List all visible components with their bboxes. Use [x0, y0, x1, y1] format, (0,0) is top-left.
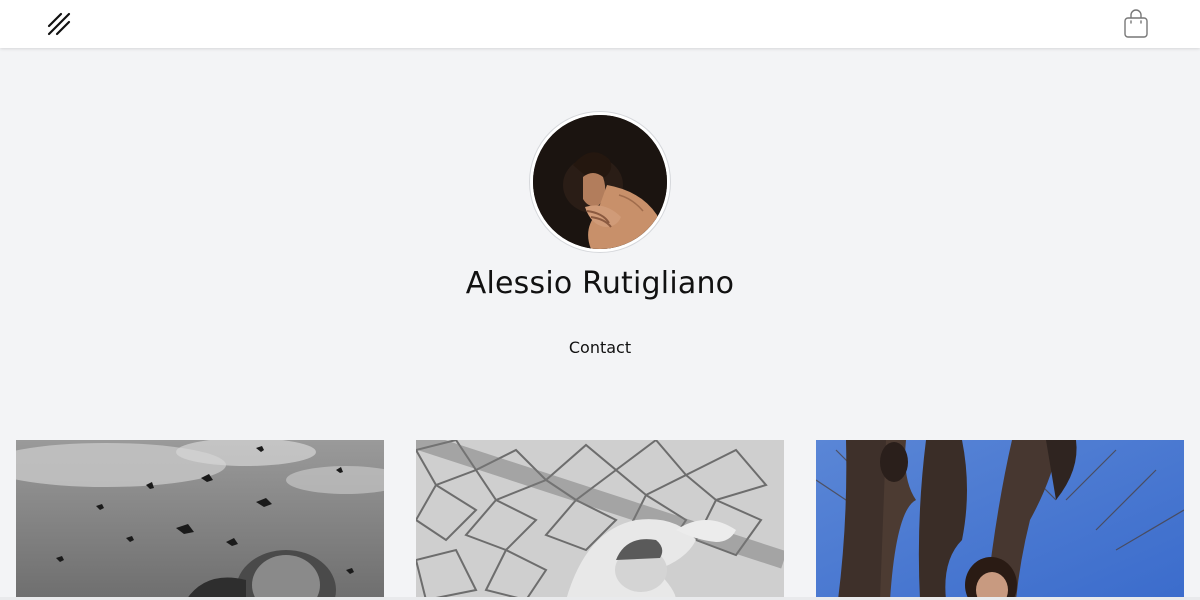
gallery-item[interactable] — [816, 440, 1184, 600]
shopping-bag-icon[interactable] — [1122, 9, 1150, 39]
gallery-photo-birds — [16, 440, 384, 600]
gallery-photo-mosaic — [416, 440, 784, 600]
top-navigation-bar — [0, 0, 1200, 48]
gallery-photo-trees — [816, 440, 1184, 600]
gallery-item[interactable] — [416, 440, 784, 600]
gallery-item[interactable] — [16, 440, 384, 600]
double-slash-logo-icon[interactable] — [46, 11, 74, 37]
contact-link[interactable]: Contact — [540, 336, 660, 362]
profile-name: Alessio Rutigliano — [465, 266, 735, 301]
profile-avatar — [530, 112, 670, 252]
